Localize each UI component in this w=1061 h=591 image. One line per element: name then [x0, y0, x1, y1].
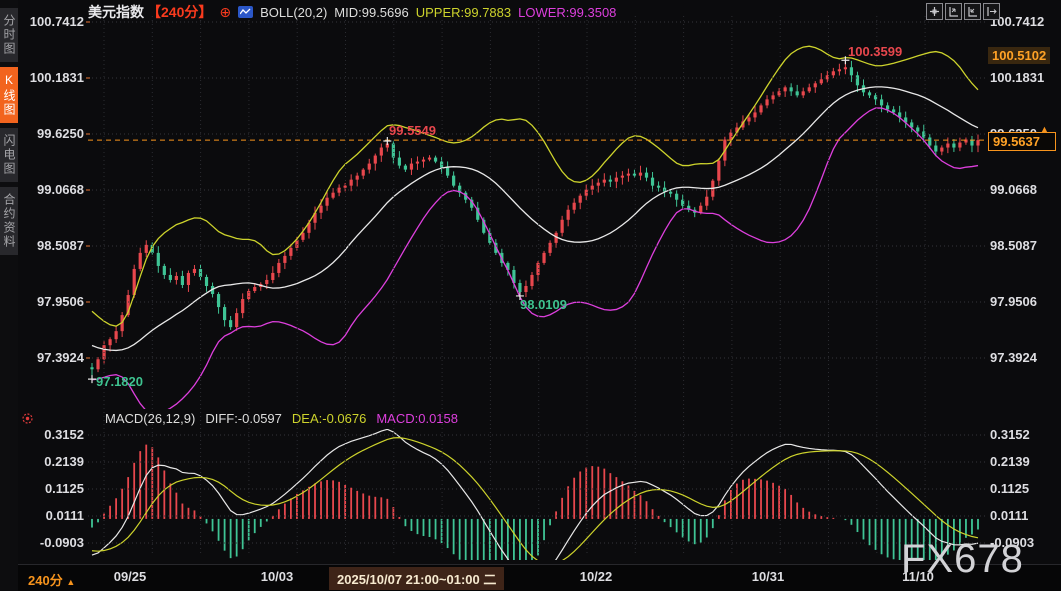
macd-diff-value: DIFF:-0.0597 — [205, 411, 282, 426]
kline-mini-icon — [238, 6, 253, 18]
main-y-axis-label: 99.0668 — [24, 182, 84, 197]
macd-y-axis-label: 0.1125 — [24, 481, 84, 496]
expand-icon[interactable]: ⊕ — [219, 5, 231, 19]
zoom-in-icon[interactable] — [945, 3, 962, 20]
macd-header: MACD(26,12,9) DIFF:-0.0597 DEA:-0.0676 M… — [105, 411, 458, 426]
x-axis-date-label: 10/22 — [580, 569, 613, 584]
swing-high-annotation: 100.3599 — [848, 44, 902, 59]
main-y-axis-label: 98.5087 — [24, 238, 84, 253]
main-y-axis-label: 97.3924 — [990, 350, 1050, 365]
main-chart[interactable] — [0, 0, 1061, 590]
x-axis-date-label: 10/31 — [752, 569, 785, 584]
x-axis-date-label: 09/25 — [114, 569, 147, 584]
x-axis-date-label: 10/03 — [261, 569, 294, 584]
macd-y-axis-label: 0.1125 — [990, 481, 1050, 496]
chart-type-sidebar: 分时图 K线图 闪电图 合约资料 — [0, 0, 18, 590]
swing-low-annotation: 98.0109 — [520, 297, 567, 312]
macd-y-axis-label: 0.0111 — [24, 508, 84, 523]
macd-macd-value: MACD:0.0158 — [376, 411, 458, 426]
macd-y-axis-label: 0.0111 — [990, 508, 1050, 523]
chart-header: 美元指数 【240分】 ⊕ BOLL(20,2) MID:99.5696 UPP… — [88, 3, 616, 21]
macd-y-axis-label: 0.2139 — [990, 454, 1050, 469]
main-y-axis-label: 99.0668 — [990, 182, 1050, 197]
main-y-axis-label: 97.9506 — [24, 294, 84, 309]
main-y-axis-label: 97.9506 — [990, 294, 1050, 309]
macd-y-axis-label: 0.3152 — [24, 427, 84, 442]
last-price-tag: 99.5637 — [988, 132, 1056, 151]
main-y-axis-label: 98.5087 — [990, 238, 1050, 253]
pan-right-icon[interactable] — [983, 3, 1000, 20]
boll-lower-value: LOWER:99.3508 — [518, 5, 616, 20]
symbol-title: 美元指数 — [88, 2, 144, 22]
macd-dea-value: DEA:-0.0676 — [292, 411, 366, 426]
chart-toolbar — [926, 3, 1000, 20]
sidebar-item-contract-info[interactable]: 合约资料 — [0, 187, 18, 255]
sidebar-item-lightning-chart[interactable]: 闪电图 — [0, 128, 18, 182]
dropdown-arrow-icon: ▲ — [66, 577, 75, 587]
main-y-axis-label: 100.1831 — [990, 70, 1050, 85]
sidebar-item-kline-chart[interactable]: K线图 — [0, 67, 18, 123]
main-y-axis-label: 99.6250 — [24, 126, 84, 141]
main-y-axis-label: 100.1831 — [24, 70, 84, 85]
macd-y-axis-label: 0.3152 — [990, 427, 1050, 442]
swing-high-annotation: 99.5549 — [389, 123, 436, 138]
macd-params-label: MACD(26,12,9) — [105, 411, 195, 426]
period-selector-button[interactable]: 240分 ▲ — [28, 570, 75, 589]
boll-mid-value: MID:99.5696 — [334, 5, 408, 20]
boll-upper-value: UPPER:99.7883 — [416, 5, 511, 20]
zoom-out-icon[interactable] — [964, 3, 981, 20]
sidebar-item-time-chart[interactable]: 分时图 — [0, 8, 18, 62]
macd-y-axis-label: -0.0903 — [24, 535, 84, 550]
price-arrow-icon: ▲ — [1040, 124, 1049, 134]
swing-low-annotation: 97.1820 — [96, 374, 143, 389]
main-y-axis-label: 100.7412 — [24, 14, 84, 29]
crosshair-date-tooltip: 2025/10/07 21:00~01:00 二 — [329, 567, 504, 590]
fx678-watermark: FX678 — [901, 537, 1024, 582]
main-y-axis-label: 97.3924 — [24, 350, 84, 365]
period-label: 【240分】 — [147, 2, 212, 22]
crosshair-icon[interactable] — [926, 3, 943, 20]
macd-y-axis-label: 0.2139 — [24, 454, 84, 469]
boll-label: BOLL(20,2) — [260, 5, 327, 20]
upper-extreme-price-label: 100.5102 — [988, 47, 1050, 64]
